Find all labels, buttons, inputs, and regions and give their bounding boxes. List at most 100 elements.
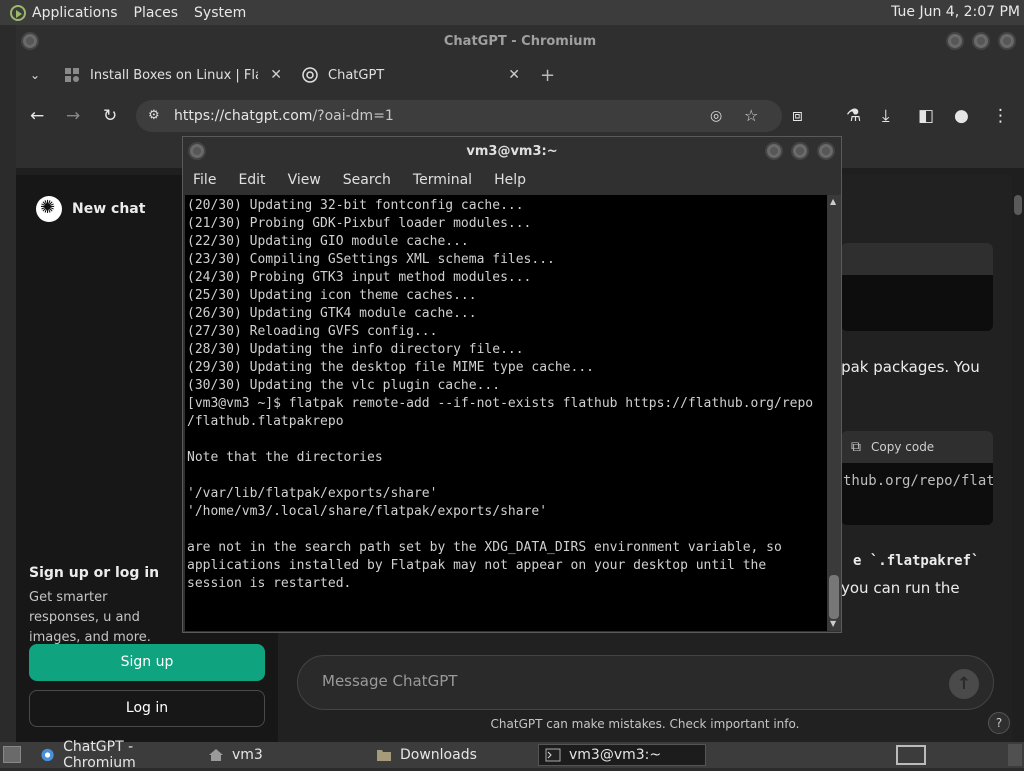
new-chat-label: New chat xyxy=(72,201,146,217)
browser-window-title: ChatGPT - Chromium xyxy=(443,34,597,49)
reload-icon[interactable]: ↻ xyxy=(103,107,117,125)
menu-help[interactable]: Help xyxy=(494,172,526,188)
chromium-icon xyxy=(41,748,54,762)
scroll-up-arrow-icon[interactable]: ▲ xyxy=(830,197,836,206)
task-downloads[interactable]: Downloads xyxy=(370,744,536,766)
signup-button[interactable]: Sign up xyxy=(29,644,265,681)
maximize-button[interactable] xyxy=(791,142,809,160)
terminal-line: '/home/vm3/.local/share/flatpak/exports/… xyxy=(187,504,548,519)
menu-applications[interactable]: Applications xyxy=(32,5,118,21)
menu-system[interactable]: System xyxy=(194,5,246,21)
close-button[interactable] xyxy=(817,142,835,160)
tab-close-icon[interactable]: ✕ xyxy=(508,67,520,83)
minimize-button[interactable] xyxy=(946,32,964,50)
terminal-line: /flathub.flatpakrepo xyxy=(187,414,344,429)
response-text: atpak packages. You xyxy=(826,358,980,376)
window-menu-button[interactable] xyxy=(188,142,206,160)
login-button[interactable]: Log in xyxy=(29,690,265,727)
terminal-line: applications installed by Flatpak may no… xyxy=(187,558,767,573)
terminal-line: (28/30) Updating the info directory file… xyxy=(187,342,524,357)
forward-arrow-icon[interactable]: → xyxy=(66,107,80,125)
message-placeholder: Message ChatGPT xyxy=(322,672,458,690)
new-tab-plus-icon[interactable]: + xyxy=(540,59,555,91)
page-scrollbar[interactable] xyxy=(1012,175,1024,742)
folder-icon xyxy=(377,750,391,761)
disclaimer-text: ChatGPT can make mistakes. Check importa… xyxy=(490,717,800,731)
terminal-line: Note that the directories xyxy=(187,450,383,465)
tab-install-boxes[interactable]: Install Boxes on Linux | Flathu ✕ xyxy=(64,59,282,91)
kebab-menu-icon[interactable]: ⋮ xyxy=(992,107,1009,125)
bookmark-star-icon[interactable]: ☆ xyxy=(744,100,758,132)
terminal-line: session is restarted. xyxy=(187,576,352,591)
task-terminal[interactable]: vm3@vm3:~ xyxy=(538,744,706,766)
task-label: vm3 xyxy=(232,747,263,763)
back-arrow-icon[interactable]: ← xyxy=(30,107,44,125)
extensions-puzzle-icon[interactable]: ⧈ xyxy=(792,107,803,125)
terminal-title: vm3@vm3:~ xyxy=(466,144,558,159)
code-text: thub.org/repo/flath xyxy=(843,473,993,489)
help-button[interactable]: ? xyxy=(988,712,1010,734)
menu-search[interactable]: Search xyxy=(343,172,391,188)
terminal-line: (25/30) Updating icon theme caches... xyxy=(187,288,477,303)
browser-toolbar: ← → ↻ ⚙ https://chatgpt.com/?oai-dm=1 ◎ … xyxy=(16,91,1024,141)
terminal-icon xyxy=(545,748,561,762)
terminal-line: (24/30) Probing GTK3 input method module… xyxy=(187,270,532,285)
menu-edit[interactable]: Edit xyxy=(238,172,265,188)
eye-slash-icon[interactable]: ◎ xyxy=(710,100,722,132)
tab-close-icon[interactable]: ✕ xyxy=(270,67,282,83)
terminal-output[interactable]: (20/30) Updating 32-bit fontconfig cache… xyxy=(185,195,827,631)
terminal-line: (23/30) Compiling GSettings XML schema f… xyxy=(187,252,555,267)
trash-applet-icon[interactable] xyxy=(1008,744,1022,766)
terminal-line: are not in the search path set by the XD… xyxy=(187,540,782,555)
tab-strip: ⌄ Install Boxes on Linux | Flathu ✕ Chat… xyxy=(16,59,1024,91)
menu-places[interactable]: Places xyxy=(134,5,179,21)
maximize-button[interactable] xyxy=(972,32,990,50)
terminal-line: (29/30) Updating the desktop file MIME t… xyxy=(187,360,594,375)
show-desktop-icon[interactable] xyxy=(3,746,21,763)
workspace-switcher-icon[interactable] xyxy=(896,745,926,765)
terminal-line: '/var/lib/flatpak/exports/share' xyxy=(187,486,438,501)
tab-search-chevron-icon[interactable]: ⌄ xyxy=(30,59,40,91)
download-icon[interactable]: ⤓ xyxy=(882,107,890,125)
response-text: you can run the xyxy=(841,579,960,597)
flathub-favicon-icon xyxy=(65,68,79,82)
close-button[interactable] xyxy=(998,32,1016,50)
scrollbar-thumb[interactable] xyxy=(829,575,839,619)
clock[interactable]: Tue Jun 4, 2:07 PM xyxy=(891,4,1020,20)
terminal-line: (27/30) Reloading GVFS config... xyxy=(187,324,438,339)
code-block xyxy=(841,243,993,331)
site-info-tune-icon[interactable]: ⚙ xyxy=(148,100,160,132)
url-path: /?oai-dm=1 xyxy=(312,108,394,124)
openai-favicon-icon xyxy=(302,67,318,83)
address-bar[interactable]: ⚙ https://chatgpt.com/?oai-dm=1 ◎ ☆ xyxy=(136,100,782,132)
send-arrow-icon[interactable]: ↑ xyxy=(949,669,979,699)
menu-view[interactable]: View xyxy=(288,172,321,188)
profile-avatar-icon[interactable]: ● xyxy=(954,107,969,125)
copy-code-button[interactable]: Copy code xyxy=(841,431,993,463)
tab-chatgpt[interactable]: ChatGPT ✕ xyxy=(302,59,520,91)
task-chromium[interactable]: ChatGPT - Chromium xyxy=(34,739,202,771)
terminal-line: (30/30) Updating the vlc plugin cache... xyxy=(187,378,501,393)
new-chat-button[interactable]: New chat xyxy=(36,196,145,222)
side-panel-icon[interactable]: ◧ xyxy=(918,107,934,125)
tab-label: ChatGPT xyxy=(328,67,385,83)
terminal-line: (26/30) Updating GTK4 module cache... xyxy=(187,306,477,321)
gnome-foot-icon[interactable] xyxy=(10,4,26,21)
terminal-line: (22/30) Updating GIO module cache... xyxy=(187,234,469,249)
bottom-taskbar: ChatGPT - Chromium vm3 Downloads vm3@vm3… xyxy=(0,739,1024,771)
terminal-titlebar: vm3@vm3:~ xyxy=(183,137,841,167)
scroll-down-arrow-icon[interactable]: ▼ xyxy=(830,619,836,628)
menu-terminal[interactable]: Terminal xyxy=(413,172,472,188)
window-menu-button[interactable] xyxy=(21,32,39,50)
message-input[interactable]: Message ChatGPT ↑ xyxy=(297,655,994,710)
openai-logo-icon xyxy=(36,196,62,222)
terminal-scrollbar[interactable]: ▲ ▼ xyxy=(827,195,841,631)
minimize-button[interactable] xyxy=(765,142,783,160)
code-block: Copy code thub.org/repo/flath xyxy=(841,431,993,525)
menu-file[interactable]: File xyxy=(193,172,216,188)
task-vm3[interactable]: vm3 xyxy=(202,744,368,766)
labs-flask-icon[interactable]: ⚗ xyxy=(846,107,861,125)
task-label: Downloads xyxy=(400,747,477,763)
